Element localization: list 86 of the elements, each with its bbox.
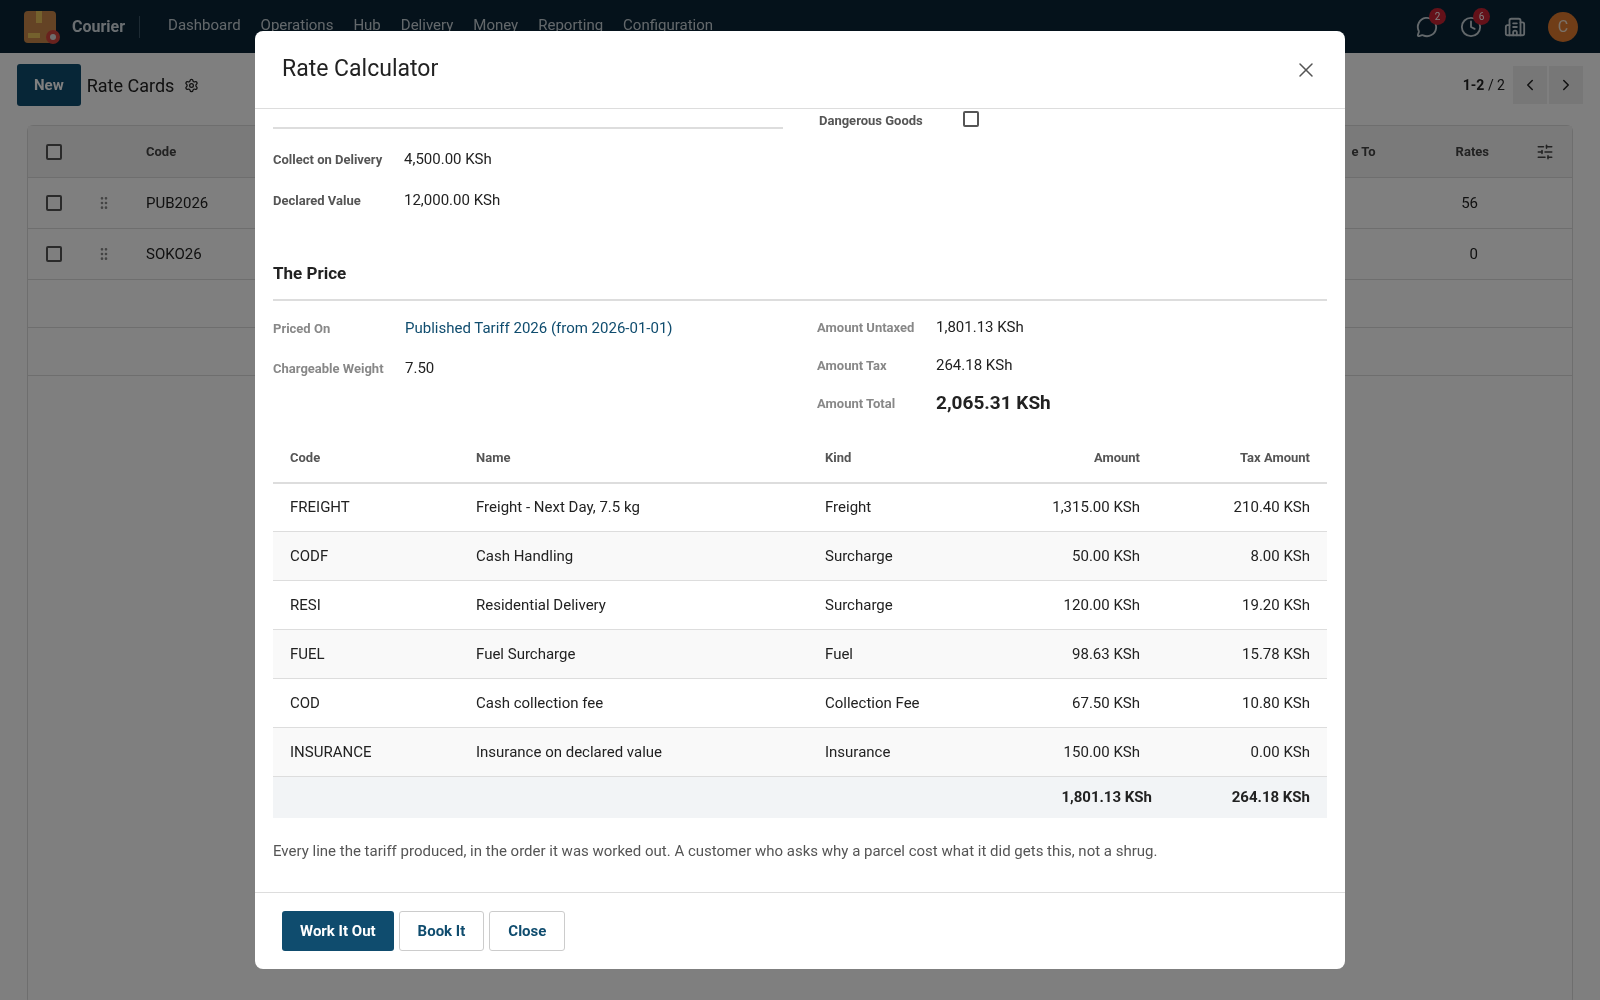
table-cell: 50.00 KSh [987,531,1157,581]
table-cell: Freight - Next Day, 7.5 kg [459,482,808,532]
nav-menu-item[interactable]: Dashboard [168,17,241,34]
column-header[interactable]: Code [273,434,459,483]
table-cell: 8.00 KSh [1157,531,1327,581]
field-value: 4,500.00 KSh [404,149,492,171]
field-label: Dangerous Goods [819,112,924,130]
dialog-button[interactable]: Work It Out [282,911,394,951]
table-cell: 19.20 KSh [1157,580,1327,630]
field-value: 264.18 KSh [936,355,1013,377]
table-cell: 1,315.00 KSh [987,482,1157,532]
nav-menu-item[interactable]: Delivery [400,17,454,34]
field-label: Collect on Delivery [273,150,384,169]
table-cell: 210.40 KSh [1157,482,1327,532]
field-label: Amount Tax [817,356,888,375]
nav-menu-item[interactable]: Reporting [538,17,604,34]
checkbox[interactable] [46,246,62,262]
app-name[interactable]: Courier [72,14,126,39]
field-value: 12,000.00 KSh [404,190,501,212]
column-header[interactable]: Code [146,141,177,162]
table-cell-text: 0 [1469,243,1478,265]
table-cell: 10.80 KSh [1157,678,1327,728]
table-cell: Insurance [808,727,988,777]
field-label: Amount Untaxed [817,318,916,337]
nav-menu-item[interactable]: Hub [353,17,381,34]
column-header[interactable]: Rates [1455,141,1489,162]
user-avatar[interactable]: C [1548,11,1578,42]
dialog-button[interactable]: Book It [398,911,485,951]
column-header[interactable]: Tax Amount [1157,434,1327,483]
field-label: Chargeable Weight [273,359,385,378]
column-header[interactable]: Kind [808,434,988,483]
building-icon[interactable] [1504,15,1526,38]
table-cell: COD [273,678,459,728]
help-text: Every line the tariff produced, in the order it was worked out. A customer who asks why a parcel cost what it did gets this, not a shrug. [273,840,1159,862]
table-cell: 120.00 KSh [987,580,1157,630]
total-tax-cell: 264.18 KSh [1157,776,1327,818]
column-header[interactable]: e To [1351,141,1376,162]
total-value: 2,065.31 KSh [936,390,1051,417]
table-cell-text: 56 [1461,192,1478,214]
column-header[interactable]: Name [459,434,808,483]
table-cell: Freight [808,482,988,532]
table-cell: FREIGHT [273,482,459,532]
table-cell: 150.00 KSh [987,727,1157,777]
page-title: Rate Cards [86,73,175,98]
table-cell: Surcharge [808,531,988,581]
table-cell: 67.50 KSh [987,678,1157,728]
table-cell: Fuel Surcharge [459,629,808,679]
pager-value[interactable]: 1-2 / 2 [1462,74,1505,96]
notification-badge: 6 [1473,7,1490,25]
field-value: 1,801.13 KSh [936,317,1024,339]
column-settings-icon[interactable] [1536,142,1554,161]
table-cell: Cash collection fee [459,678,808,728]
table-cell: Residential Delivery [459,580,808,630]
table-cell-text: SOKO26 [146,243,202,265]
section-title: The Price [273,261,1327,301]
field-label: Declared Value [273,191,362,210]
table-cell: 98.63 KSh [987,629,1157,679]
table-cell: CODF [273,531,459,581]
total-amount-cell: 1,801.13 KSh [987,776,1157,818]
field-value: 7.50 [405,358,435,380]
table-cell-text: PUB2026 [146,192,209,214]
notification-badge: 2 [1429,7,1446,25]
table-cell: Insurance on declared value [459,727,808,777]
table-cell: FUEL [273,629,459,679]
checkbox[interactable] [963,111,979,127]
nav-menu-item[interactable]: Money [473,17,519,34]
column-header[interactable]: Amount [987,434,1157,483]
settings-icon[interactable] [184,77,200,93]
tariff-link[interactable]: Published Tariff 2026 (from 2026-01-01) [405,317,673,340]
checkbox[interactable] [46,195,62,211]
table-cell: 0.00 KSh [1157,727,1327,777]
nav-menu-item[interactable]: Configuration [623,17,714,34]
table-cell: Surcharge [808,580,988,630]
dialog-title: Rate Calculator [282,54,439,85]
new-button[interactable]: New [17,64,81,106]
table-cell: RESI [273,580,459,630]
nav-menu-item[interactable]: Operations [260,17,334,34]
dialog-button[interactable]: Close [489,911,566,951]
checkbox[interactable] [46,143,62,160]
table-cell: Cash Handling [459,531,808,581]
table-cell: INSURANCE [273,727,459,777]
field-label: Priced On [273,319,332,338]
table-cell: Collection Fee [808,678,988,728]
table-cell: Fuel [808,629,988,679]
field-label: Amount Total [817,394,897,413]
table-cell: 15.78 KSh [1157,629,1327,679]
